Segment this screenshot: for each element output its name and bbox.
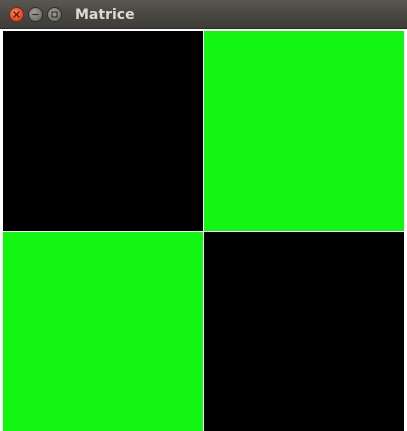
matrix-cell-1-0: [3, 231, 203, 431]
maximize-button[interactable]: [47, 7, 62, 22]
app-window: Matrice: [0, 0, 407, 431]
close-icon: [13, 11, 20, 18]
maximize-icon: [51, 11, 58, 18]
window-content: [0, 29, 407, 431]
title-bar[interactable]: Matrice: [0, 0, 407, 29]
minimize-icon: [32, 13, 39, 16]
matrix-cell-0-0: [3, 31, 203, 231]
matrix-grid: [3, 31, 404, 431]
close-button[interactable]: [9, 7, 24, 22]
minimize-button[interactable]: [28, 7, 43, 22]
window-title: Matrice: [75, 7, 135, 23]
matrix-cell-0-1: [204, 31, 404, 231]
matrix-cell-1-1: [204, 231, 404, 431]
